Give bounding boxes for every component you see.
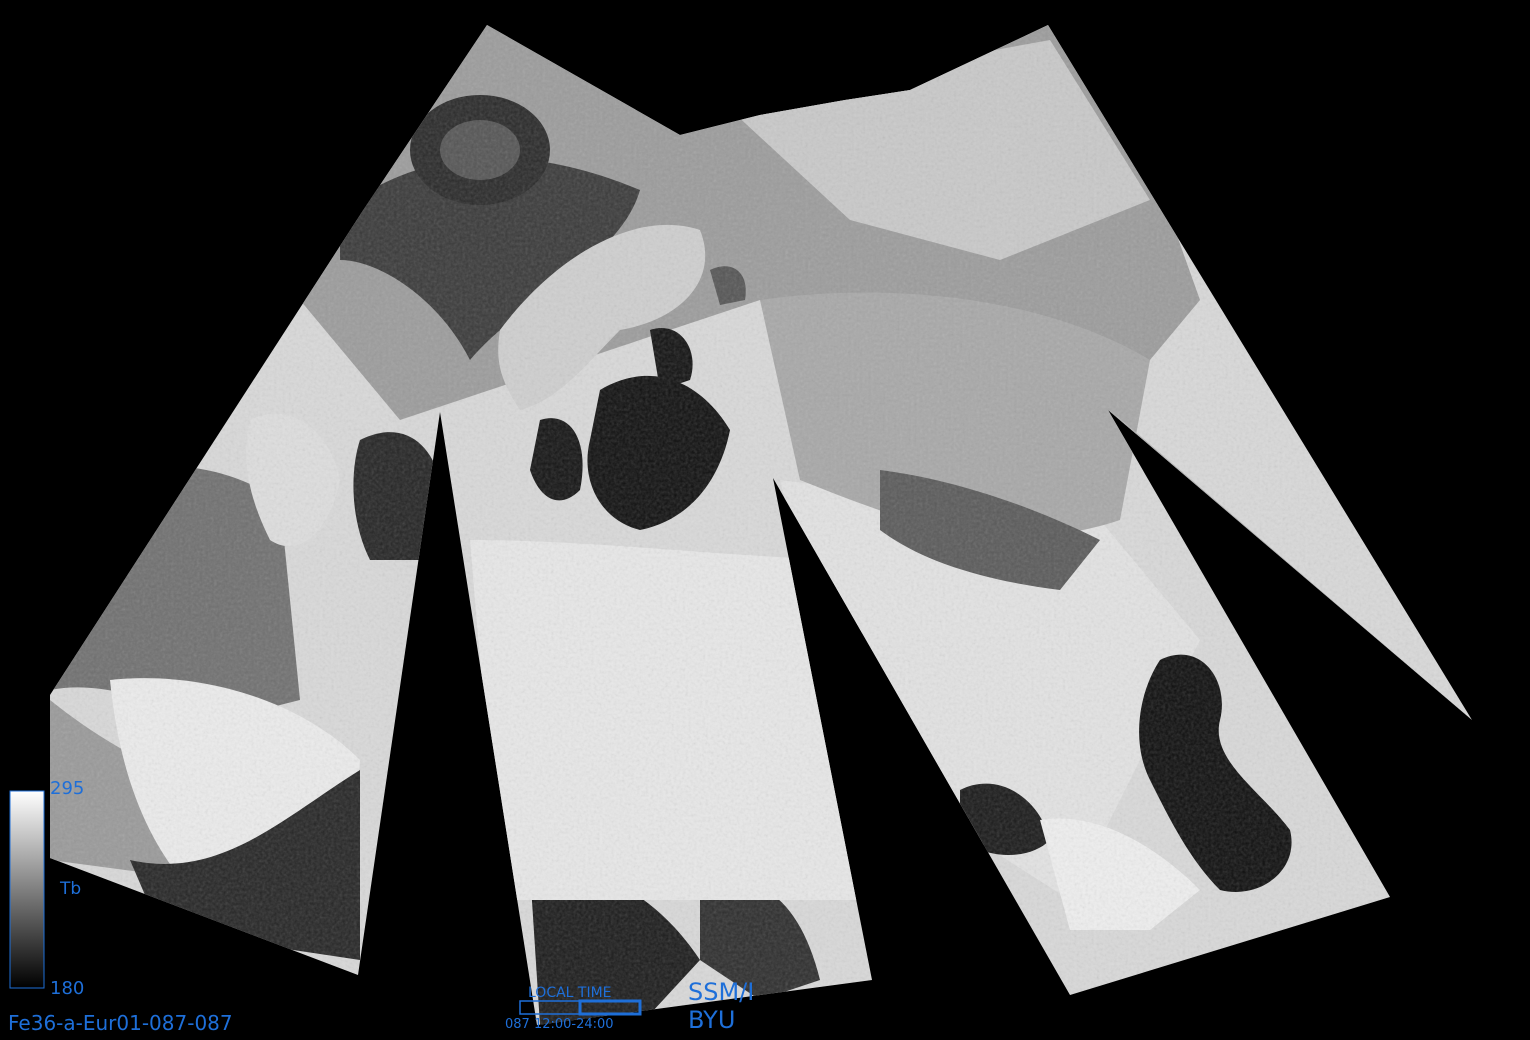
colorbar-max-label: 295 [50,778,85,799]
brightness-temperature-swaths [50,25,1472,1025]
organization-label: BYU [688,1006,736,1034]
image-name: Fe36-a-Eur01-087-087 [8,1011,233,1035]
colorbar-min-label: 180 [50,978,85,999]
local-time-range: 087 12:00-24:00 [505,1017,614,1032]
local-time-title: LOCAL TIME [528,985,612,1001]
colorbar-variable-label: Tb [60,879,82,899]
colorbar [9,790,45,989]
satellite-map [9,25,1472,1025]
sensor-label: SSM/I [688,978,755,1006]
